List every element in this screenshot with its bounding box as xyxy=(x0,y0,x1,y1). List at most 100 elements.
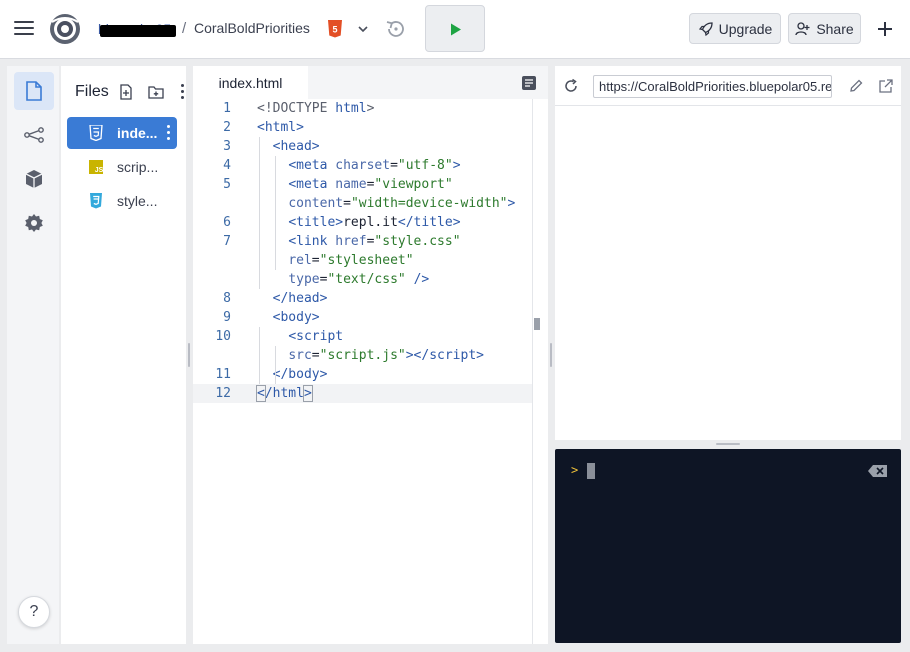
upgrade-button[interactable]: Upgrade xyxy=(689,13,781,44)
code-line[interactable]: 4 <meta charset="utf-8"> xyxy=(193,156,533,175)
help-button[interactable]: ? xyxy=(18,596,50,628)
code-text: <link href="style.css" xyxy=(288,234,461,249)
code-line[interactable]: 9 <body> xyxy=(193,308,533,327)
files-panel: Files inde... JS scrip... style... xyxy=(61,66,186,644)
menu-icon[interactable] xyxy=(14,19,36,37)
line-number: 12 xyxy=(215,386,231,401)
line-number: 9 xyxy=(223,310,231,325)
code-line[interactable]: 12 </html> xyxy=(193,384,533,403)
code-line[interactable]: 2 <html> xyxy=(193,118,533,137)
code-text: content="width=device-width"> xyxy=(288,196,516,211)
file-menu-icon[interactable] xyxy=(167,125,171,141)
js-icon: JS xyxy=(87,158,105,176)
open-new-tab-icon[interactable] xyxy=(878,78,894,94)
code-text: <meta charset="utf-8"> xyxy=(288,158,461,173)
url-field[interactable]: https://CoralBoldPriorities.bluepolar05.… xyxy=(593,75,832,98)
files-resize-handle[interactable] xyxy=(188,343,190,367)
pencil-icon[interactable] xyxy=(848,78,864,94)
sidebar-rail: ? xyxy=(7,66,59,644)
code-text: </html> xyxy=(256,385,313,402)
file-item-index-html[interactable]: inde... xyxy=(67,117,177,149)
sidebar-item-files[interactable] xyxy=(14,72,54,110)
reload-icon[interactable] xyxy=(563,78,579,94)
code-text: src="script.js"></script> xyxy=(288,348,484,363)
line-number: 2 xyxy=(223,120,231,135)
editor-resize-handle[interactable] xyxy=(550,343,552,367)
code-editor: index.html 12 </html> 11 </body> src="scri… xyxy=(193,66,548,644)
file-name: inde... xyxy=(117,125,158,141)
svg-text:JS: JS xyxy=(95,167,103,174)
indent-guide xyxy=(275,156,276,270)
line-number: 6 xyxy=(223,215,231,230)
sidebar-item-packages[interactable] xyxy=(14,160,54,198)
code-text: <body> xyxy=(272,310,320,325)
indent-guide xyxy=(259,137,260,289)
sidebar-item-settings[interactable] xyxy=(14,204,54,242)
code-text: <script xyxy=(288,329,344,344)
new-file-icon[interactable] xyxy=(118,84,134,100)
console-panel[interactable]: > xyxy=(555,449,901,643)
code-line[interactable]: src="script.js"></script> xyxy=(193,346,533,365)
file-item-script-js[interactable]: JS scrip... xyxy=(67,151,177,183)
replit-logo-icon[interactable] xyxy=(48,12,82,46)
git-branch-icon xyxy=(24,127,44,143)
chevron-down-icon[interactable] xyxy=(356,22,370,36)
code-line[interactable]: rel="stylesheet" xyxy=(193,251,533,270)
code-text: type="text/css" /> xyxy=(288,272,430,287)
files-title: Files xyxy=(75,83,109,100)
code-text: <meta name="viewport" xyxy=(288,177,453,192)
editor-tab-bar: index.html xyxy=(193,66,548,99)
add-user-icon xyxy=(795,21,810,35)
code-line[interactable]: 3 <head> xyxy=(193,137,533,156)
code-text: <html> xyxy=(257,120,304,135)
upgrade-label: Upgrade xyxy=(718,20,773,37)
run-button[interactable] xyxy=(425,5,485,52)
indent-guide xyxy=(259,327,260,384)
line-number: 7 xyxy=(223,234,231,249)
repl-name[interactable]: CoralBoldPriorities xyxy=(194,20,310,36)
line-number: 8 xyxy=(223,291,231,306)
plus-icon[interactable] xyxy=(875,19,895,39)
webview-toolbar: https://CoralBoldPriorities.bluepolar05.… xyxy=(555,66,901,106)
file-item-style-css[interactable]: style... xyxy=(67,185,177,217)
clear-console-icon[interactable] xyxy=(868,465,887,477)
code-line[interactable]: 6 <title>repl.it</title> xyxy=(193,213,533,232)
code-line[interactable]: 7 <link href="style.css" xyxy=(193,232,533,251)
console-caret xyxy=(587,463,595,479)
code-line[interactable]: 1 <!DOCTYPE html> xyxy=(193,99,533,118)
file-icon xyxy=(26,81,42,101)
gear-icon xyxy=(25,214,43,232)
line-number: 5 xyxy=(223,177,231,192)
code-line[interactable]: type="text/css" /> xyxy=(193,270,533,289)
sidebar-item-version-control[interactable] xyxy=(14,116,54,154)
code-line[interactable]: 10 <script xyxy=(193,327,533,346)
code-text: rel="stylesheet" xyxy=(288,253,414,268)
svg-text:5: 5 xyxy=(332,25,337,35)
history-icon[interactable] xyxy=(384,17,408,41)
share-label: Share xyxy=(816,20,854,37)
new-folder-icon[interactable] xyxy=(148,84,164,100)
tab-index-html[interactable]: index.html xyxy=(193,66,308,99)
code-area[interactable]: 12 </html> 11 </body> src="script.js"></sc… xyxy=(193,99,548,644)
editor-scroll-track[interactable] xyxy=(532,99,533,644)
code-text: <head> xyxy=(272,139,320,154)
code-text: <!DOCTYPE html> xyxy=(257,101,375,116)
code-line[interactable]: 8 </head> xyxy=(193,289,533,308)
html5-icon[interactable]: 5 xyxy=(327,20,343,38)
redaction-bar xyxy=(100,25,176,37)
play-icon xyxy=(451,23,461,36)
webview-panel: https://CoralBoldPriorities.bluepolar05.… xyxy=(555,66,901,440)
console-resize-handle[interactable] xyxy=(716,443,740,445)
line-number: 4 xyxy=(223,158,231,173)
code-line[interactable]: 11 </body> xyxy=(193,365,533,384)
top-bar: bluepolar05 / CoralBoldPriorities 5 Upgr… xyxy=(0,0,910,59)
line-number: 1 xyxy=(223,101,231,116)
code-line[interactable]: content="width=device-width"> xyxy=(193,194,533,213)
share-button[interactable]: Share xyxy=(788,13,861,44)
code-text: </head> xyxy=(272,291,328,306)
package-icon xyxy=(25,170,43,188)
files-menu-icon[interactable] xyxy=(181,84,185,100)
code-line[interactable]: 5 <meta name="viewport" xyxy=(193,175,533,194)
username-link[interactable]: bluepolar05 xyxy=(98,21,176,38)
document-menu-icon[interactable] xyxy=(521,75,537,91)
